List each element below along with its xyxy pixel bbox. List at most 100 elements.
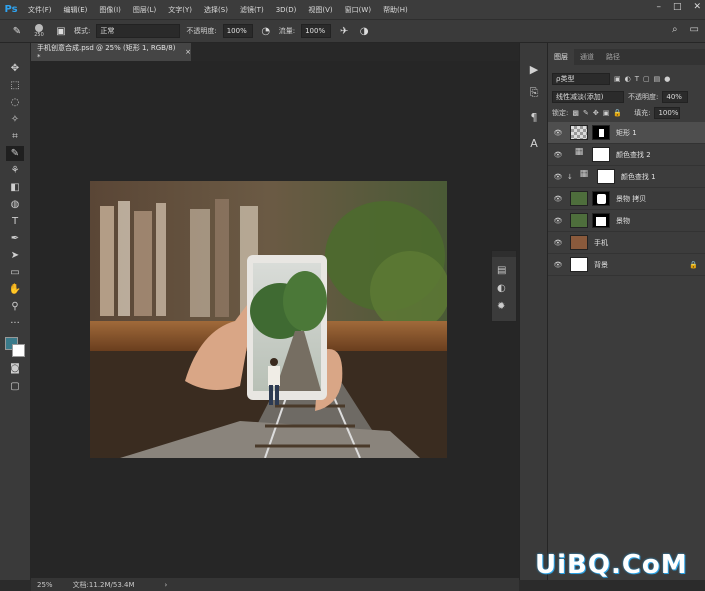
layer-row[interactable]: 👁 景物 拷贝 [548,188,705,210]
more-tools-icon[interactable]: ··· [6,316,24,331]
filter-pixel-icon[interactable]: ▣ [614,75,621,83]
quick-mask-icon[interactable]: ◙ [6,361,24,376]
brush-tool-preset-icon[interactable]: ✎ [10,24,24,38]
visibility-eye-icon[interactable]: 👁 [551,129,565,137]
clone-stamp-tool-icon[interactable]: ⚘ [6,163,24,178]
layer-mask-thumbnail[interactable] [592,191,610,206]
mode-select[interactable]: 正常 [96,24,181,38]
visibility-eye-icon[interactable]: 👁 [551,195,565,203]
tab-paths[interactable]: 路径 [600,49,626,65]
layer-name[interactable]: 颜色查找 2 [616,150,651,160]
menu-edit[interactable]: 编辑(E) [58,5,94,15]
search-icon[interactable]: ⌕ [672,24,678,35]
layer-row[interactable]: 👁 矩形 1 [548,122,705,144]
visibility-eye-icon[interactable]: 👁 [551,173,565,181]
menu-filter[interactable]: 滤镜(T) [234,5,270,15]
lock-icon[interactable]: 🔒 [689,261,698,269]
layer-name[interactable]: 颜色查找 1 [621,172,656,182]
layer-mask-thumbnail[interactable] [592,147,610,162]
magic-wand-tool-icon[interactable]: ✧ [6,112,24,127]
history-icon[interactable]: ▶ [526,61,542,77]
filter-toggle-icon[interactable]: ● [664,75,670,83]
brush-panel-icon[interactable]: ▣ [54,24,68,38]
screen-mode-icon[interactable]: ▢ [6,379,24,394]
zoom-tool-icon[interactable]: ⚲ [6,299,24,314]
character-icon[interactable]: A [526,135,542,151]
menu-type[interactable]: 文字(Y) [162,5,198,15]
visibility-eye-icon[interactable]: 👁 [551,217,565,225]
styles-icon[interactable]: ✹ [497,301,505,312]
lasso-tool-icon[interactable]: ◌ [6,95,24,110]
opacity-input[interactable]: 100% [222,24,253,38]
tab-layers[interactable]: 图层 [548,49,574,65]
airbrush-icon[interactable]: ✈ [337,24,351,38]
menu-select[interactable]: 选择(S) [198,5,234,15]
layer-name[interactable]: 景物 拷贝 [616,194,646,204]
lock-artboard-icon[interactable]: ▣ [603,109,610,117]
filter-smart-icon[interactable]: ▤ [654,75,661,83]
paragraph-icon[interactable]: ¶ [526,109,542,125]
menu-3d[interactable]: 3D(D) [270,6,303,14]
close-tab-icon[interactable]: × [185,48,191,56]
blend-mode-select[interactable]: 线性减淡(添加) [552,91,624,103]
visibility-eye-icon[interactable]: 👁 [551,151,565,159]
status-arrow-icon[interactable]: › [165,581,168,589]
minimize-icon[interactable]: – [656,2,661,12]
layer-name[interactable]: 背景 [594,260,608,270]
layer-row[interactable]: 👁 背景 🔒 [548,254,705,276]
type-tool-icon[interactable]: T [6,214,24,229]
properties-icon[interactable]: ▤ [497,265,506,276]
layer-row[interactable]: 👁 ↓ ▦ 颜色查找 1 [548,166,705,188]
zoom-level[interactable]: 25% [37,581,53,589]
layer-row[interactable]: 👁 手机 [548,232,705,254]
eraser-tool-icon[interactable]: ◧ [6,180,24,195]
rectangle-tool-icon[interactable]: ▭ [6,265,24,280]
lock-position-icon[interactable]: ✥ [593,109,599,117]
filter-type-icon[interactable]: T [635,75,639,83]
layer-row[interactable]: 👁 ▦ 颜色查找 2 [548,144,705,166]
flow-input[interactable]: 100% [301,24,332,38]
pen-tool-icon[interactable]: ✒ [6,231,24,246]
lock-pixels-icon[interactable]: ✎ [583,109,589,117]
layer-mask-thumbnail[interactable] [592,213,610,228]
path-selection-tool-icon[interactable]: ➤ [6,248,24,263]
adjustments-icon[interactable]: ◐ [497,283,506,294]
blur-tool-icon[interactable]: ◍ [6,197,24,212]
layer-opacity-input[interactable]: 40% [662,91,689,103]
layer-name[interactable]: 手机 [594,238,608,248]
layer-mask-thumbnail[interactable] [596,169,615,184]
tab-channels[interactable]: 通道 [574,49,600,65]
lock-transparent-icon[interactable]: ▩ [572,109,579,117]
actions-icon[interactable]: ⎘ [526,85,542,101]
layer-name[interactable]: 景物 [616,216,630,226]
menu-help[interactable]: 帮助(H) [377,5,414,15]
pressure-opacity-icon[interactable]: ◔ [259,24,273,38]
brush-tool-icon[interactable]: ✎ [6,146,24,161]
layer-mask-thumbnail[interactable] [592,125,610,140]
menu-file[interactable]: 文件(F) [22,5,58,15]
brush-size-picker[interactable]: 250 [30,24,48,38]
maximize-icon[interactable]: □ [673,2,682,12]
hand-tool-icon[interactable]: ✋ [6,282,24,297]
visibility-eye-icon[interactable]: 👁 [551,239,565,247]
menu-image[interactable]: 图像(I) [93,5,127,15]
document-canvas[interactable] [90,181,447,458]
layer-name[interactable]: 矩形 1 [616,128,637,138]
floating-panel-header[interactable] [492,251,516,257]
workspace-icon[interactable]: ▭ [690,24,699,35]
lock-all-icon[interactable]: 🔒 [613,109,622,117]
fill-input[interactable]: 100% [654,107,681,119]
menu-layer[interactable]: 图层(L) [127,5,162,15]
marquee-tool-icon[interactable]: ⬚ [6,78,24,93]
crop-tool-icon[interactable]: ⌗ [6,129,24,144]
layer-filter-select[interactable]: ρ类型 [552,73,610,85]
pressure-size-icon[interactable]: ◑ [357,24,371,38]
filter-shape-icon[interactable]: ▢ [643,75,650,83]
visibility-eye-icon[interactable]: 👁 [551,261,565,269]
close-icon[interactable]: ✕ [693,2,701,12]
filter-adjustment-icon[interactable]: ◐ [625,75,631,83]
background-color-swatch[interactable] [12,344,25,357]
layer-row[interactable]: 👁 景物 [548,210,705,232]
document-tab[interactable]: 手机创意合成.psd @ 25% (矩形 1, RGB/8) * × [31,43,191,61]
menu-window[interactable]: 窗口(W) [339,5,377,15]
